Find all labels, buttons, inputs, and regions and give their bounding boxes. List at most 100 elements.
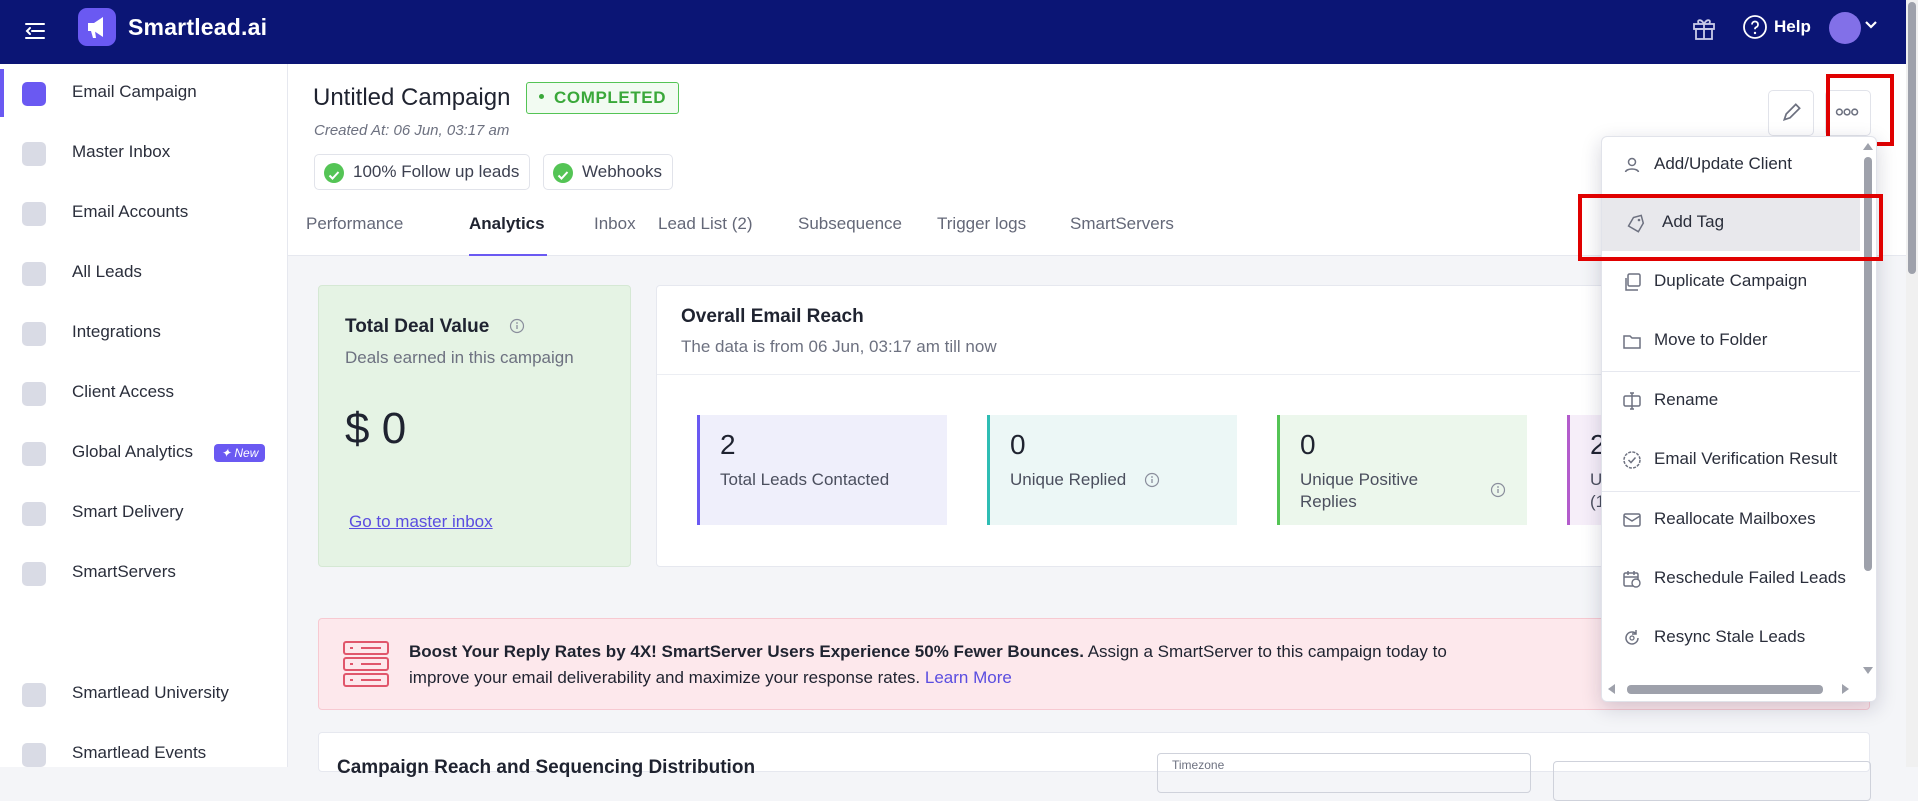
campaign-reach-distribution-card: Campaign Reach and Sequencing Distributi… [318,732,1871,801]
sidebar: Email Campaign Master Inbox Email Accoun… [0,64,288,767]
stat-value: 2 [720,429,736,460]
status-badge: COMPLETED [526,82,680,114]
menu-label: Reallocate Mailboxes [1654,509,1816,528]
sidebar-item-all-leads[interactable]: All Leads [0,249,288,297]
info-icon[interactable] [509,318,525,334]
menu-item-email-verification-result[interactable]: Email Verification Result [1602,432,1860,488]
stat-value: 0 [1010,429,1026,460]
sidebar-item-smartservers[interactable]: SmartServers [0,549,288,597]
stat-label: Unique Replied [1010,470,1127,489]
menu-label: Duplicate Campaign [1654,271,1808,290]
stat-unique-positive-replies: 0 Unique Positive Replies [1277,415,1527,525]
sidebar-item-email-accounts[interactable]: Email Accounts [0,189,288,237]
info-icon[interactable] [1144,472,1160,488]
status-dot [539,94,544,100]
distribution-title: Campaign Reach and Sequencing Distributi… [337,757,756,778]
page-scrollbar[interactable] [1906,0,1918,767]
menu-collapse-icon[interactable] [22,18,48,44]
menu-item-move-to-folder[interactable]: Move to Folder [1602,313,1860,369]
sidebar-item-smartlead-university[interactable]: Smartlead University [0,670,288,718]
menu-item-reallocate-mailboxes[interactable]: Reallocate Mailboxes [1602,492,1860,548]
promo-text: Boost Your Reply Rates by 4X! SmartServe… [409,639,1509,691]
pencil-icon [1782,103,1801,122]
scroll-up-arrow[interactable] [1863,143,1873,150]
scroll-left-arrow[interactable] [1608,684,1615,694]
gift-icon[interactable] [1690,14,1718,42]
menu-item-duplicate-campaign[interactable]: Duplicate Campaign [1602,254,1860,310]
rename-icon [1623,392,1641,410]
edit-button[interactable] [1768,90,1814,136]
campaign-title[interactable]: Untitled Campaign [313,84,510,112]
tab-lead-list[interactable]: Lead List (2) [658,214,753,234]
menu-label: Email Verification Result [1654,449,1838,468]
info-icon[interactable] [1490,482,1506,498]
menu-label: Add/Update Client [1654,154,1792,173]
active-tab-indicator [469,254,547,256]
menu-item-rename[interactable]: Rename [1602,373,1860,429]
person-icon [1624,157,1640,173]
app-name[interactable]: Smartlead.ai [128,14,267,41]
tab-smartservers[interactable]: SmartServers [1070,214,1174,234]
tab-inbox[interactable]: Inbox [594,214,636,234]
menu-label: Resync Stale Leads [1654,627,1806,646]
question-circle-icon[interactable] [1742,14,1768,40]
menu-horizontal-scroll-area [1602,675,1876,701]
follow-up-leads-pill: 100% Follow up leads [314,154,531,190]
server-icon [22,562,46,586]
chevron-down-icon[interactable] [1864,18,1878,32]
menu-item-add-update-client[interactable]: Add/Update Client [1602,137,1860,193]
megaphone-icon [22,82,46,106]
menu-label: Rename [1654,390,1719,409]
copy-icon [1625,273,1641,291]
inbox-icon [22,142,46,166]
promo-headline: Boost Your Reply Rates by 4X! SmartServe… [409,642,1084,661]
scroll-down-arrow[interactable] [1863,667,1873,674]
folder-icon [1623,335,1641,349]
timezone-select[interactable]: Timezone [1157,753,1531,793]
tab-analytics[interactable]: Analytics [469,214,545,234]
go-to-master-inbox-link[interactable]: Go to master inbox [349,512,493,532]
tab-subsequence[interactable]: Subsequence [798,214,902,234]
menu-item-reschedule-failed-leads[interactable]: Reschedule Failed Leads [1602,551,1860,607]
sidebar-item-client-access[interactable]: Client Access [0,369,288,417]
new-badge: ✦ New [214,444,266,462]
sidebar-item-label: All Leads [72,262,142,281]
page-scrollbar-thumb[interactable] [1908,2,1916,274]
reach-title: Overall Email Reach [681,306,864,327]
tab-trigger-logs[interactable]: Trigger logs [937,214,1026,234]
puzzle-icon [22,322,46,346]
sidebar-item-label: Smartlead Events [72,743,207,762]
sidebar-item-label: Email Accounts [72,202,189,221]
sidebar-item-label: Smart Delivery [72,502,184,521]
stat-label: Total Leads Contacted [720,470,890,489]
webhooks-pill: Webhooks [543,154,674,190]
bar-chart-icon [22,442,46,466]
layers-icon [22,502,46,526]
scroll-right-arrow[interactable] [1842,684,1849,694]
sidebar-item-smartlead-events[interactable]: Smartlead Events [0,730,288,778]
logo-icon[interactable] [78,8,116,46]
tab-performance[interactable]: Performance [306,214,403,234]
sidebar-item-label: Smartlead University [72,683,229,702]
learn-more-link[interactable]: Learn More [925,668,1012,687]
sidebar-item-smart-delivery[interactable]: Smart Delivery [0,489,288,537]
menu-label: Reschedule Failed Leads [1654,568,1846,587]
sidebar-item-email-campaign[interactable]: Email Campaign [0,69,288,117]
leads-icon [22,262,46,286]
help-link[interactable]: Help [1774,17,1811,37]
range-select[interactable] [1553,761,1871,801]
user-avatar[interactable] [1829,12,1861,44]
sidebar-item-integrations[interactable]: Integrations [0,309,288,357]
sidebar-item-global-analytics[interactable]: Global Analytics ✦ New [0,429,288,477]
stat-unique-replied: 0 Unique Replied [987,415,1237,525]
deal-title: Total Deal Value [345,316,490,337]
menu-horizontal-scrollbar[interactable] [1627,685,1823,694]
menu-item-resync-stale-leads[interactable]: Resync Stale Leads [1602,610,1860,666]
verified-badge-icon [1623,451,1641,469]
reach-subtitle: The data is from 06 Jun, 03:17 am till n… [681,337,997,356]
sidebar-item-master-inbox[interactable]: Master Inbox [0,129,288,177]
created-at: Created At: 06 Jun, 03:17 am [314,122,510,139]
calendar-clock-icon [1623,571,1641,588]
stat-value: 0 [1300,429,1316,460]
server-stack-icon [343,641,389,687]
